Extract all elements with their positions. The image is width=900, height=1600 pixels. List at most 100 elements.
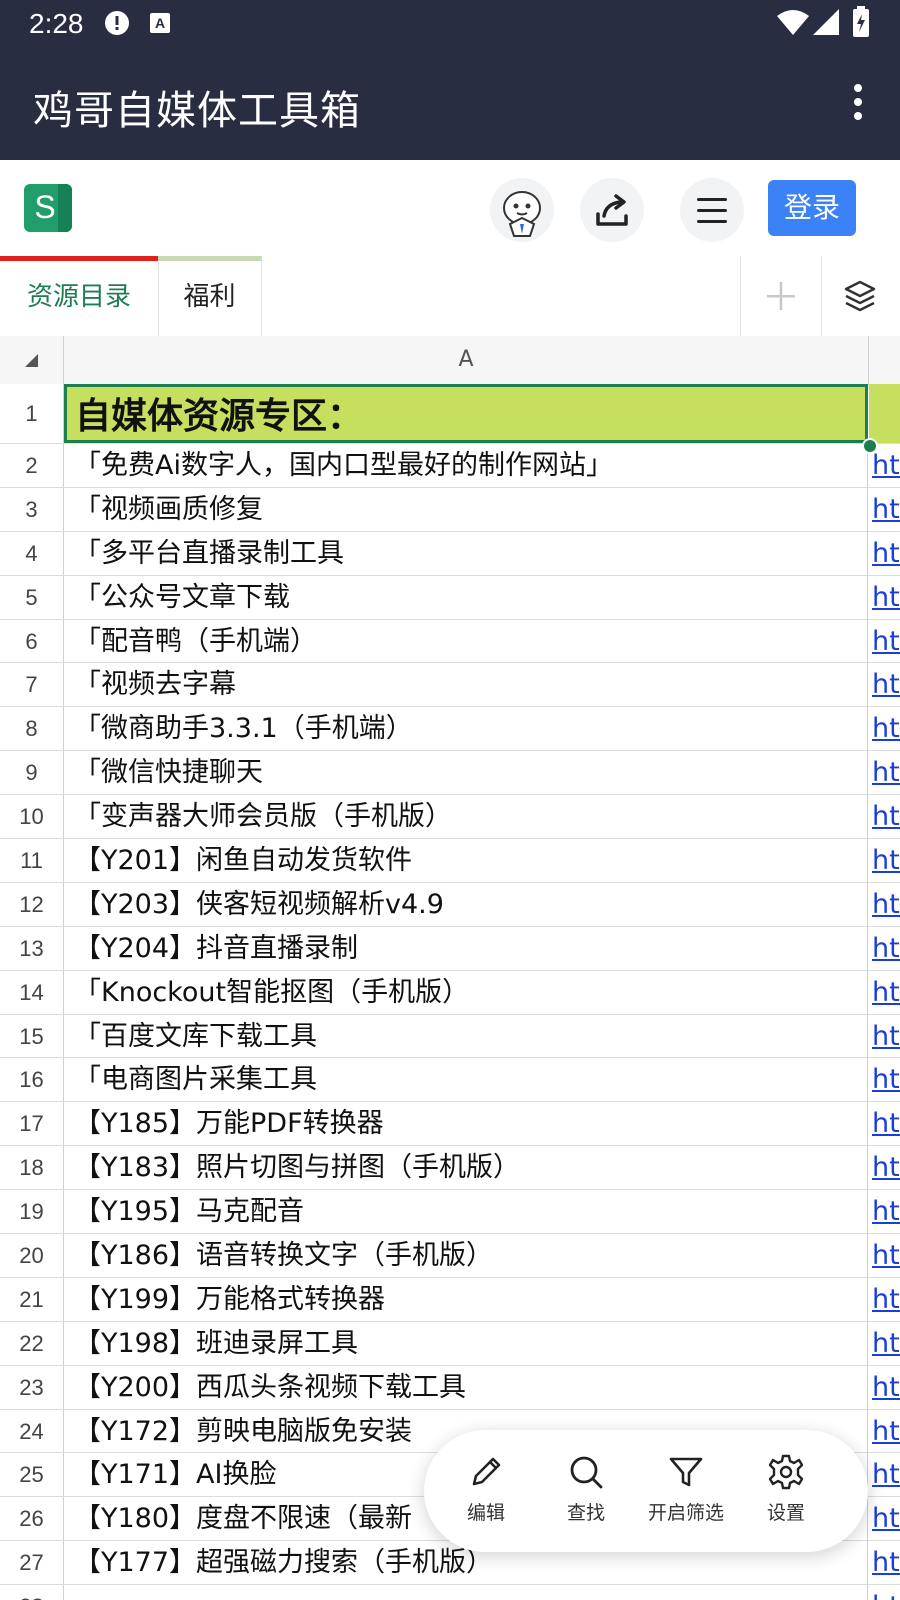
table-row: 11【Y201】闲鱼自动发货软件htt <box>0 839 900 883</box>
link-cell[interactable]: htt <box>869 1541 900 1584</box>
row-number[interactable]: 16 <box>0 1058 64 1102</box>
resource-name-cell[interactable]: 「Knockout智能抠图（手机版） <box>64 970 868 1014</box>
title-cell[interactable]: 自媒体资源专区： <box>64 384 868 443</box>
link-cell[interactable]: htt <box>869 1015 900 1058</box>
tab-resource-directory[interactable]: 资源目录 <box>0 256 159 336</box>
link-cell[interactable]: htt <box>869 1190 900 1233</box>
resource-name-cell[interactable]: 【Y198】班迪录屏工具 <box>64 1321 868 1365</box>
resource-name-cell[interactable]: 「变声器大师会员版（手机版） <box>64 795 868 839</box>
table-row: 7「视频去字幕htt <box>0 663 900 708</box>
link-cell[interactable]: htt <box>869 751 900 794</box>
row-number[interactable]: 14 <box>0 970 64 1014</box>
row-number[interactable]: 8 <box>0 707 64 751</box>
column-header-a[interactable]: A <box>64 336 869 384</box>
link-cell[interactable]: htt <box>869 707 900 750</box>
link-cell[interactable] <box>869 384 900 443</box>
row-number[interactable]: 11 <box>0 839 64 882</box>
resource-name-cell[interactable]: 【Y183】照片切图与拼图（手机版） <box>64 1146 868 1190</box>
row-number[interactable]: 6 <box>0 619 64 663</box>
row-number[interactable]: 10 <box>0 795 64 839</box>
resource-name-cell[interactable]: 【Y186】语音转换文字（手机版） <box>64 1234 868 1277</box>
row-number[interactable]: 19 <box>0 1190 64 1234</box>
settings-button[interactable]: 设置 <box>736 1452 836 1534</box>
row-number[interactable]: 9 <box>0 751 64 795</box>
link-cell[interactable]: htt <box>869 1366 900 1409</box>
edit-button[interactable]: 编辑 <box>436 1452 536 1534</box>
link-cell[interactable]: htt <box>869 576 900 619</box>
sheet-list-button[interactable] <box>820 256 900 336</box>
resource-name-cell[interactable]: 「视频画质修复 <box>64 487 868 531</box>
table-row: 2「免费Ai数字人，国内口型最好的制作网站」htt <box>0 444 900 488</box>
row-number[interactable]: 28 <box>0 1585 64 1600</box>
link-cell[interactable]: htt <box>869 1322 900 1365</box>
row-number[interactable]: 2 <box>0 444 64 487</box>
row-number[interactable]: 27 <box>0 1541 64 1585</box>
resource-name-cell[interactable]: 【Y185】万能PDF转换器 <box>64 1102 868 1146</box>
share-button[interactable] <box>580 178 644 242</box>
resource-name-cell[interactable]: 【Y201】闲鱼自动发货软件 <box>64 839 868 882</box>
link-cell[interactable]: htt <box>869 883 900 926</box>
resource-name-cell[interactable]: 【Y195】马克配音 <box>64 1190 868 1234</box>
row-number[interactable]: 15 <box>0 1014 64 1058</box>
resource-name-cell[interactable] <box>64 1585 868 1600</box>
find-button[interactable]: 查找 <box>536 1452 636 1534</box>
resource-name-cell[interactable]: 「配音鸭（手机端） <box>64 619 868 663</box>
row-number[interactable]: 22 <box>0 1321 64 1365</box>
resource-name-cell[interactable]: 【Y200】西瓜头条视频下载工具 <box>64 1365 868 1409</box>
more-options-icon[interactable] <box>848 84 868 124</box>
row-number[interactable]: 26 <box>0 1497 64 1541</box>
filter-button[interactable]: 开启筛选 <box>636 1452 736 1534</box>
resource-name-cell[interactable]: 【Y199】万能格式转换器 <box>64 1277 868 1321</box>
link-cell[interactable]: htt <box>869 1102 900 1145</box>
link-cell[interactable]: htt <box>869 1497 900 1540</box>
status-bar: 2:28 A <box>0 0 900 48</box>
resource-name-cell[interactable]: 「微商助手3.3.1（手机端） <box>64 707 868 751</box>
row-number[interactable]: 24 <box>0 1409 64 1453</box>
link-cell[interactable]: htt <box>869 971 900 1014</box>
menu-button[interactable] <box>680 178 744 242</box>
row-number[interactable]: 5 <box>0 575 64 619</box>
link-cell[interactable]: htt <box>869 1234 900 1277</box>
row-number[interactable]: 25 <box>0 1453 64 1497</box>
login-button[interactable]: 登录 <box>768 180 856 236</box>
resource-name-cell[interactable]: 「百度文库下载工具 <box>64 1014 868 1058</box>
link-cell[interactable]: htt <box>869 1410 900 1453</box>
row-number[interactable]: 12 <box>0 882 64 926</box>
link-cell[interactable]: htt <box>869 1585 900 1600</box>
row-number[interactable]: 13 <box>0 926 64 970</box>
row-number[interactable]: 17 <box>0 1102 64 1146</box>
row-number[interactable]: 4 <box>0 531 64 575</box>
tab-welfare[interactable]: 福利 <box>158 256 262 336</box>
link-cell[interactable]: htt <box>869 532 900 575</box>
resource-name-cell[interactable]: 「微信快捷聊天 <box>64 751 868 795</box>
resource-name-cell[interactable]: 「公众号文章下载 <box>64 575 868 619</box>
resource-name-cell[interactable]: 「免费Ai数字人，国内口型最好的制作网站」 <box>64 444 868 487</box>
resource-name-cell[interactable]: 「电商图片采集工具 <box>64 1058 868 1102</box>
link-cell[interactable]: htt <box>869 620 900 663</box>
row-number[interactable]: 18 <box>0 1146 64 1190</box>
link-cell[interactable]: htt <box>869 1453 900 1496</box>
row-number[interactable]: 7 <box>0 663 64 707</box>
resource-name-cell[interactable]: 「多平台直播录制工具 <box>64 531 868 575</box>
row-number[interactable]: 1 <box>0 384 64 443</box>
link-cell[interactable]: htt <box>869 1278 900 1321</box>
resource-name-cell[interactable]: 「视频去字幕 <box>64 663 868 707</box>
link-cell[interactable]: htt <box>869 839 900 882</box>
link-cell[interactable]: htt <box>869 1058 900 1101</box>
link-cell[interactable]: htt <box>869 795 900 838</box>
selection-handle[interactable] <box>862 438 878 454</box>
resource-name-cell[interactable]: 【Y203】侠客短视频解析v4.9 <box>64 882 868 926</box>
row-number[interactable]: 21 <box>0 1277 64 1321</box>
add-sheet-button[interactable] <box>740 256 822 336</box>
avatar-button[interactable] <box>490 178 554 242</box>
link-cell[interactable]: htt <box>869 488 900 531</box>
resource-name-cell[interactable]: 【Y204】抖音直播录制 <box>64 926 868 970</box>
table-row: 3「视频画质修复htt <box>0 487 900 532</box>
link-cell[interactable]: htt <box>869 927 900 970</box>
row-number[interactable]: 3 <box>0 487 64 531</box>
select-all-corner[interactable] <box>0 336 64 384</box>
link-cell[interactable]: htt <box>869 663 900 706</box>
row-number[interactable]: 20 <box>0 1234 64 1277</box>
link-cell[interactable]: htt <box>869 1146 900 1189</box>
row-number[interactable]: 23 <box>0 1365 64 1409</box>
